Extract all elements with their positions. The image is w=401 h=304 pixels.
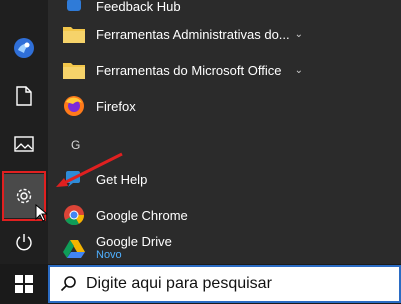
app-label: Feedback Hub	[96, 0, 181, 14]
firefox-icon	[62, 94, 86, 118]
avatar-button[interactable]	[0, 28, 48, 68]
list-item-firefox[interactable]: Firefox	[48, 88, 401, 124]
windows-logo-icon	[15, 275, 33, 293]
app-label: Google Chrome	[96, 207, 188, 223]
folder-icon	[62, 58, 86, 82]
pictures-icon	[14, 136, 34, 152]
start-button[interactable]	[0, 264, 48, 304]
chevron-down-icon[interactable]: ⌄	[295, 29, 303, 40]
new-badge: Novo	[96, 249, 122, 261]
list-item-admin-tools-folder[interactable]: Ferramentas Administrativas do... ⌄	[48, 16, 401, 52]
search-box[interactable]	[48, 265, 401, 303]
pictures-button[interactable]	[0, 124, 48, 164]
google-drive-icon	[62, 237, 86, 261]
chrome-icon	[62, 203, 86, 227]
chevron-down-icon[interactable]: ⌄	[295, 65, 303, 76]
app-label: Firefox	[96, 98, 136, 114]
app-label: Ferramentas Administrativas do...	[96, 26, 290, 42]
start-menu-rail	[0, 0, 48, 264]
folder-icon	[62, 22, 86, 46]
mouse-cursor-icon	[35, 204, 47, 222]
power-icon	[16, 234, 32, 251]
app-label: Ferramentas do Microsoft Office	[96, 62, 282, 78]
app-list: Feedback Hub Ferramentas Administrativas…	[48, 0, 401, 264]
annotation-arrow	[56, 152, 123, 187]
document-icon	[16, 86, 32, 106]
documents-button[interactable]	[0, 76, 48, 116]
taskbar	[0, 264, 401, 304]
power-button[interactable]	[0, 222, 48, 262]
app-label: Google Drive	[96, 234, 172, 249]
list-item-office-tools-folder[interactable]: Ferramentas do Microsoft Office ⌄	[48, 52, 401, 88]
search-icon	[60, 276, 76, 292]
list-item-google-chrome[interactable]: Google Chrome	[48, 197, 401, 233]
search-input[interactable]	[84, 274, 378, 294]
user-avatar	[14, 38, 34, 58]
